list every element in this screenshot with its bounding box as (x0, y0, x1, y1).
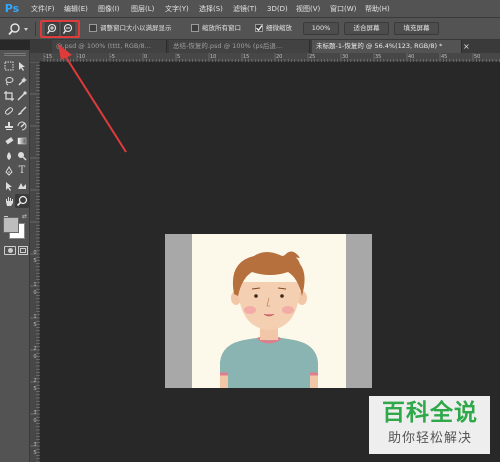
menu-type[interactable]: 文字(Y) (165, 0, 189, 18)
menu-image[interactable]: 图像(I) (98, 0, 120, 18)
history-brush-tool-icon[interactable] (16, 120, 28, 132)
quick-mask-icon[interactable] (4, 246, 16, 255)
ruler-label: -10 (77, 54, 86, 60)
ruler-label: 50 (474, 54, 481, 60)
fill-screen-button[interactable]: 填充屏幕 (394, 22, 439, 35)
pen-tool-icon[interactable] (3, 165, 15, 177)
screen-mode-icon[interactable] (18, 246, 28, 255)
menu-help[interactable]: 帮助(H) (365, 0, 390, 18)
ruler-label: 2 (33, 346, 37, 352)
tab-document-2[interactable]: 总结-恢复的.psd @ 100% (ps后退... (169, 40, 310, 53)
foreground-color-swatch[interactable] (3, 217, 19, 233)
menu-file[interactable]: 文件(F) (31, 0, 55, 18)
ruler-ticks-horizontal (43, 53, 500, 62)
ruler-label: 3 (33, 410, 37, 416)
healing-brush-tool-icon[interactable] (3, 105, 15, 117)
ruler-label: 3 (33, 442, 37, 448)
watermark-subtitle: 助你轻松解决 (387, 431, 472, 446)
fit-screen-button[interactable]: 适合屏幕 (344, 22, 389, 35)
ruler-label: 10 (210, 54, 217, 60)
divider (35, 22, 36, 36)
ruler-label: 45 (441, 54, 448, 60)
ruler-label: 20 (276, 54, 283, 60)
type-tool-icon[interactable]: T (16, 165, 28, 177)
zoom-out-icon (62, 23, 73, 34)
ruler-label: 25 (309, 54, 316, 60)
ruler-label: 0 (33, 290, 37, 296)
scrubby-zoom-checkbox[interactable] (255, 24, 263, 32)
ruler-label: 0 (33, 250, 37, 256)
gradient-tool-icon[interactable] (16, 135, 28, 147)
zoom-tool-icon (8, 23, 28, 36)
zoom-tool-active[interactable] (15, 194, 29, 208)
ruler-label: 0 (144, 54, 148, 60)
dodge-tool-icon[interactable] (16, 150, 28, 162)
menu-3d[interactable]: 3D(D) (267, 0, 288, 18)
zoom-in-button[interactable] (45, 22, 59, 36)
ruler-label: 0 (33, 354, 37, 360)
clone-stamp-tool-icon[interactable] (3, 120, 15, 132)
ruler-label: 1 (33, 282, 37, 288)
watermark-title: 百科全说 (382, 400, 478, 426)
document-image (192, 234, 346, 388)
menu-edit[interactable]: 编辑(E) (64, 0, 88, 18)
ruler-label: 1 (33, 314, 37, 320)
tab-document-3[interactable]: 未标题-1-恢复的 @ 56.4%(123, RGB/8) * (312, 40, 462, 53)
ruler-label: 0 (33, 418, 37, 424)
ruler-label: 5 (33, 386, 37, 392)
swap-colors-icon[interactable]: ⇄ (22, 214, 28, 220)
menu-layer[interactable]: 图层(L) (131, 0, 154, 18)
zoom-all-windows-label: 缩放所有窗口 (202, 24, 241, 32)
ruler-label: -15 (44, 54, 53, 60)
zoom-all-windows-checkbox[interactable] (191, 24, 199, 32)
custom-shape-tool-icon[interactable] (16, 180, 28, 192)
menu-filter[interactable]: 滤镜(T) (233, 0, 257, 18)
zoom-out-button[interactable] (61, 22, 75, 36)
ruler-label: 15 (243, 54, 250, 60)
hand-tool-icon[interactable] (3, 195, 15, 207)
tab-document-1[interactable]: @.psd @ 100% (tttt, RGB/8... (52, 40, 167, 53)
photoshop-logo: Ps (4, 2, 20, 15)
resize-windows-checkbox[interactable] (89, 24, 97, 32)
menu-select[interactable]: 选择(S) (199, 0, 223, 18)
brush-tool-icon[interactable] (16, 105, 28, 117)
ruler-origin[interactable] (30, 53, 40, 62)
ruler-label: 5 (33, 258, 37, 264)
zoom-100-button[interactable]: 100% (303, 22, 339, 35)
ruler-label: 2 (33, 378, 37, 384)
ruler-label: 5 (33, 322, 37, 328)
path-selection-tool-icon[interactable] (3, 180, 15, 192)
ruler-label: -5 (110, 54, 115, 60)
boy-illustration (220, 251, 318, 388)
ruler-label: 5 (177, 54, 181, 60)
ruler-label: 30 (342, 54, 349, 60)
menu-window[interactable]: 窗口(W) (330, 0, 356, 18)
zoom-tool-icon (16, 195, 28, 207)
crop-tool-icon[interactable] (3, 90, 15, 102)
resize-windows-label: 调整窗口大小以满屏显示 (100, 24, 172, 32)
checkmark-icon (256, 25, 263, 32)
toolbox-panel: T ⇄ (0, 50, 30, 462)
ruler-label: 40 (408, 54, 415, 60)
tool-preset-picker[interactable] (6, 21, 30, 37)
close-tab-icon[interactable]: × (463, 40, 471, 53)
ruler-label: 5 (33, 450, 37, 456)
zoom-in-icon (46, 23, 57, 34)
move-tool-icon[interactable] (16, 60, 28, 72)
toolbox-grip[interactable] (4, 53, 26, 56)
blur-tool-icon[interactable] (3, 150, 15, 162)
eraser-tool-icon[interactable] (3, 135, 15, 147)
ruler-label: 35 (375, 54, 382, 60)
magic-wand-tool-icon[interactable] (16, 75, 28, 87)
lasso-tool-icon[interactable] (3, 75, 15, 87)
eyedropper-tool-icon[interactable] (16, 90, 28, 102)
menu-view[interactable]: 视图(V) (296, 0, 320, 18)
scrubby-zoom-label: 细微缩放 (266, 24, 292, 32)
marquee-tool-icon[interactable] (3, 60, 15, 72)
